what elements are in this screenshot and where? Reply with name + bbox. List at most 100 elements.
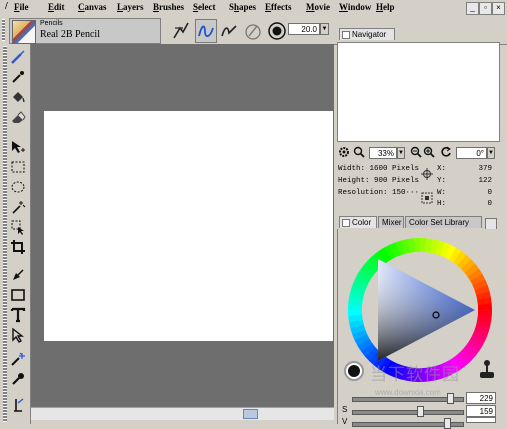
hue-segment[interactable] [477,309,493,317]
y-value: 122 [478,177,492,185]
color-tabs: Color Mixer Color Set Library [337,215,500,230]
saturation-slider[interactable] [352,410,464,415]
dodge-tool-icon[interactable] [9,396,27,414]
close-icon[interactable]: × [492,2,505,15]
hue-segment[interactable] [419,237,427,253]
menu-help[interactable]: Help [376,2,395,12]
rotation-field[interactable]: 0° [456,147,487,159]
stroke-freehand-icon[interactable] [195,19,217,43]
dropper-tool-icon[interactable] [9,68,27,86]
navigator-tab[interactable]: Navigator [339,28,395,40]
chevron-down-icon[interactable]: ▼ [320,23,329,35]
restore-icon[interactable]: ▫ [479,2,492,15]
watermark-url: www.downxia.com [375,388,441,397]
watermark-text: 当下软件园 [370,365,460,385]
menu-movie[interactable]: Movie [306,2,330,12]
settings-gear-icon[interactable] [338,146,350,158]
saturation-value-field[interactable]: 159 [466,405,496,417]
zoom-in-icon[interactable] [423,146,435,158]
rubber-stamp-icon[interactable] [9,370,27,388]
watermark-logo: 当下软件园 [370,360,460,385]
rotate-icon[interactable] [440,146,452,158]
rect-selection-icon[interactable] [9,158,27,176]
zoom-icon[interactable] [353,146,365,158]
app-icon[interactable]: / [5,1,8,12]
horizontal-scrollbar[interactable] [31,407,334,420]
h-label: H: [437,200,447,208]
joystick-icon[interactable] [478,359,496,379]
tab-color-set-label: Color Set Library [409,218,470,227]
navigator-preview[interactable] [337,42,500,142]
navigator-controls: 33% ▼ 0° ▼ [337,145,500,161]
saturation-slider-knob[interactable] [417,406,424,417]
menu-brushes[interactable]: Brushes [153,2,184,12]
brush-tool-icon[interactable] [9,48,27,66]
eraser-tool-icon[interactable] [9,108,27,126]
doc-width: Width: 1600 Pixels [338,165,420,173]
zoom-level-field[interactable]: 33% [369,147,397,159]
toolbox [0,44,31,424]
brush-selector[interactable]: Pencils Real 2B Pencil [9,18,161,44]
chevron-down-icon[interactable]: ▼ [397,147,405,159]
value-value-field[interactable] [466,417,496,423]
stroke-straight-icon[interactable] [218,19,240,43]
menu-window[interactable]: Window [339,2,371,12]
document-info: Width: 1600 Pixels Height: 900 Pixels Re… [337,163,500,213]
menu-layers[interactable]: Layers [117,2,144,12]
rectangle-shape-icon[interactable] [9,286,27,304]
h-value: 0 [487,200,492,208]
w-value: 0 [487,189,492,197]
toolbar-grip[interactable] [2,19,5,41]
text-tool-icon[interactable] [9,306,27,324]
panel-toggle-icon[interactable] [342,219,350,227]
zoom-out-icon[interactable] [410,146,422,158]
menu-shapes[interactable]: Shapes [229,2,256,12]
y-label: Y: [437,177,447,185]
x-label: X: [437,165,447,173]
cloner-tool-icon[interactable] [9,350,27,368]
tab-mixer-label: Mixer [382,218,402,227]
w-label: W: [437,189,447,197]
saturation-label: S [342,405,348,414]
hue-segment[interactable] [347,303,363,311]
oval-selection-icon[interactable] [9,178,27,196]
selection-adjuster-icon[interactable] [9,218,27,236]
layer-adjuster-icon[interactable] [9,138,27,156]
menu-select[interactable]: Select [193,2,216,12]
shape-selection-icon[interactable] [9,326,27,344]
minimize-icon[interactable]: _ [466,2,479,15]
tab-color-label: Color [352,218,372,227]
paint-bucket-icon[interactable] [9,88,27,106]
brush-tracking-icon[interactable] [170,19,192,43]
tab-mixer[interactable]: Mixer [378,216,404,228]
panel-toggle-icon[interactable] [342,31,350,39]
crop-tool-icon[interactable] [9,238,27,256]
selection-size-icon [421,192,433,204]
menu-edit[interactable]: Edit [48,2,65,12]
tab-color-set-library[interactable]: Color Set Library [405,216,482,228]
menu-file[interactable]: File [14,2,29,12]
brush-category-label: Pencils [40,20,63,27]
brush-variant-label: Real 2B Pencil [40,29,100,40]
brush-size-field[interactable]: 20.0 [288,23,320,35]
menu-effects[interactable]: Effects [265,2,292,12]
doc-height: Height: 900 Pixels [338,177,420,185]
pen-tool-icon[interactable] [9,266,27,284]
hue-slider-knob[interactable] [447,393,454,404]
navigator-tab-label: Navigator [352,30,387,39]
menu-canvas[interactable]: Canvas [78,2,107,12]
brush-ghost-icon[interactable] [242,19,264,43]
hue-value-field[interactable]: 229 [466,392,496,404]
brush-dab-icon[interactable] [266,19,288,43]
doc-resolution: Resolution: 150··· [338,189,420,197]
tab-color[interactable]: Color [339,216,377,228]
scrollbar-thumb[interactable] [243,409,258,419]
brush-category-icon [12,20,36,44]
menu-bar: / File Edit Canvas Layers Brushes Select… [0,0,507,17]
canvas-paper[interactable] [44,111,333,341]
crosshair-icon [421,168,433,180]
chevron-down-icon[interactable]: ▼ [487,147,495,159]
magic-wand-icon[interactable] [9,198,27,216]
main-color-swatch[interactable] [348,365,360,377]
toolbox-grip[interactable] [3,46,7,422]
